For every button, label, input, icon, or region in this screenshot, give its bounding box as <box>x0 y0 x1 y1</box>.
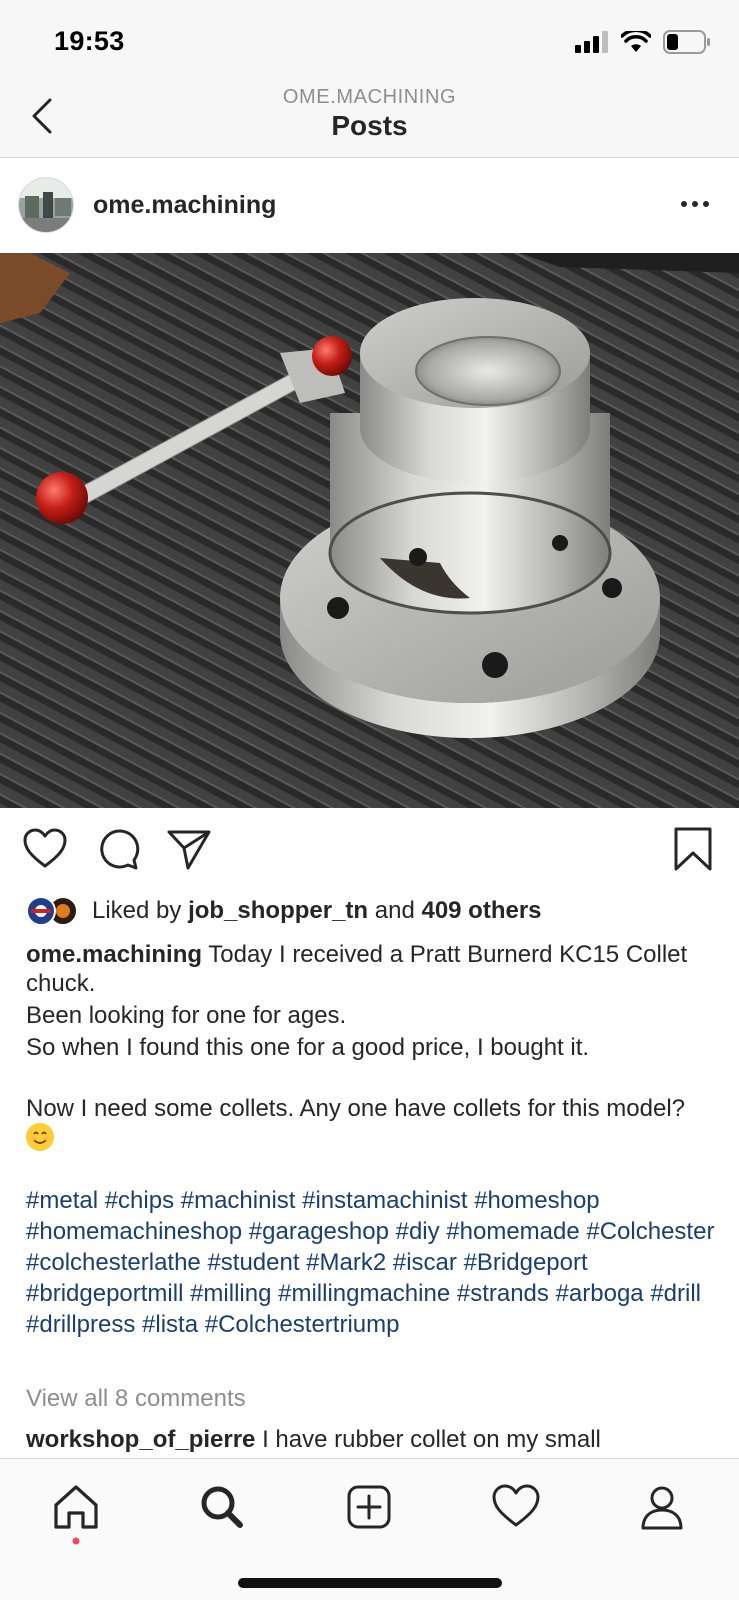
comment-bubble-icon <box>100 829 140 870</box>
post-username[interactable]: ome.machining <box>93 191 276 220</box>
avatar-image <box>19 178 73 232</box>
ellipsis-icon <box>681 201 709 207</box>
new-post-icon <box>347 1485 391 1529</box>
search-icon <box>201 1486 243 1528</box>
post-caption: ome.machining Today I received a Pratt B… <box>26 940 716 1343</box>
like-button[interactable] <box>22 826 68 872</box>
tab-activity[interactable] <box>488 1479 544 1535</box>
header-account-name: OME.MACHINING <box>282 86 457 108</box>
liker-avatars <box>26 894 84 928</box>
status-icons <box>575 30 711 54</box>
bookmark-icon <box>674 827 712 871</box>
tab-home[interactable] <box>48 1479 104 1545</box>
status-time: 19:53 <box>54 26 125 56</box>
comment-author[interactable]: workshop_of_pierre <box>26 1426 255 1453</box>
nav-header: OME.MACHINING Posts <box>0 80 739 158</box>
liked-by-prefix: Liked by <box>92 897 182 924</box>
more-options-button[interactable] <box>677 189 713 219</box>
notification-dot-icon <box>72 1537 80 1545</box>
home-icon <box>54 1485 98 1529</box>
save-button[interactable] <box>670 826 716 872</box>
liked-by-connector: and <box>374 897 415 924</box>
liked-by-user[interactable]: job_shopper_tn <box>188 897 368 925</box>
likes-summary[interactable]: Liked by job_shopper_tn and 409 others <box>26 893 542 929</box>
post-image[interactable] <box>0 253 739 808</box>
wifi-icon <box>621 31 651 52</box>
avatar[interactable] <box>18 177 74 233</box>
home-indicator[interactable] <box>238 1578 502 1588</box>
activity-heart-icon <box>492 1484 540 1527</box>
caption-line: Now I need some collets. Any one have co… <box>26 1095 686 1122</box>
tab-profile[interactable] <box>634 1479 690 1535</box>
caption-line: So when I found this one for a good pric… <box>26 1034 590 1061</box>
comment-button[interactable] <box>96 826 142 872</box>
caption-hashtags[interactable]: #metal #chips #machinist #instamachinist… <box>26 1185 716 1340</box>
collet-chuck-photo <box>0 253 739 808</box>
share-button[interactable] <box>166 826 212 872</box>
profile-icon <box>641 1486 683 1530</box>
heart-icon <box>23 828 67 868</box>
page-title: Posts <box>331 110 408 141</box>
cellular-signal-icon <box>575 31 608 53</box>
paper-plane-icon <box>167 830 211 870</box>
view-all-comments-link[interactable]: View all 8 comments <box>26 1385 246 1413</box>
caption-line: Been looking for one for ages. <box>26 1002 347 1029</box>
caption-author[interactable]: ome.machining <box>26 941 202 968</box>
tab-new-post[interactable] <box>341 1479 397 1535</box>
smiling-face-emoji-icon <box>26 1123 54 1151</box>
comment-text: I have rubber collet on my small <box>262 1426 601 1453</box>
tab-search[interactable] <box>194 1479 250 1535</box>
battery-icon <box>663 30 710 54</box>
bottom-tab-bar <box>0 1458 739 1600</box>
liked-by-others[interactable]: 409 others <box>421 897 541 925</box>
post-actions <box>0 822 739 878</box>
liker-avatar <box>26 896 56 926</box>
status-bar: 19:53 <box>0 0 739 80</box>
post-header: ome.machining <box>0 159 739 253</box>
comment-preview: workshop_of_pierre I have rubber collet … <box>26 1426 716 1456</box>
